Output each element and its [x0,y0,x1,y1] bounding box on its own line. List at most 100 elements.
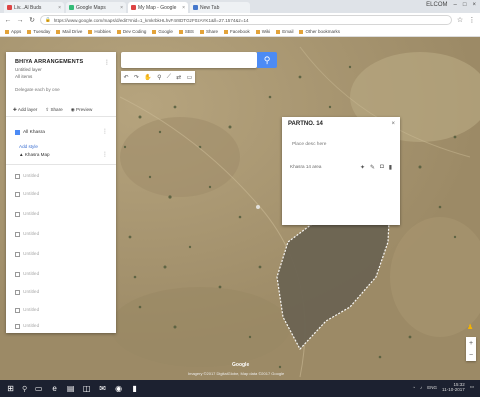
map-description[interactable]: Delegate each by one [15,87,60,92]
layer-row[interactable]: Untitled [15,212,39,217]
paint-icon[interactable]: ✦ [360,164,365,171]
bookmark-icon [56,29,61,34]
marker-icon[interactable]: ⚲ [157,74,161,81]
layer-checkbox[interactable] [15,130,20,135]
feature-title[interactable]: PARTNO. 14 [288,121,323,127]
app-icon[interactable]: ▮ [130,384,139,393]
bookmark[interactable]: Facebook [223,29,250,34]
bookmark[interactable]: Share [199,29,218,34]
bookmark[interactable]: Email [276,29,293,34]
layer-checkbox[interactable] [15,252,20,257]
forward-icon[interactable]: → [16,17,24,24]
undo-icon[interactable]: ↶ [124,74,129,81]
edge-browser-icon[interactable]: e [50,384,59,393]
feature-tools: ✦ ✎ ◘ ▮ [360,164,392,171]
draw-line-icon[interactable]: ⟋ [167,74,171,81]
layer-row[interactable]: Untitled [15,192,39,197]
layer-checkbox[interactable] [15,324,20,329]
browser-menu-icon[interactable]: ⋮ [468,16,476,24]
layer-checkbox[interactable] [15,272,20,277]
bookmark[interactable]: Mail Drive [56,29,82,34]
back-icon[interactable]: ← [4,17,12,24]
close-icon[interactable]: × [391,121,395,127]
layer-checkbox[interactable] [15,174,20,179]
layer-row[interactable]: Untitled [15,232,39,237]
layer-row-active[interactable]: All Khasra [15,130,45,135]
windows-start-icon[interactable]: ⊞ [6,384,15,393]
tab-close-icon[interactable]: × [120,5,123,11]
tab-close-icon[interactable]: × [58,5,61,11]
chrome-icon[interactable]: ◉ [114,384,123,393]
tab-close-icon[interactable]: × [182,5,185,11]
directions-icon[interactable]: ⇄ [176,74,181,81]
pegman-icon[interactable]: ♟ [467,323,475,333]
maximize-icon[interactable]: □ [463,2,467,8]
map-toolbar: ↶ ↷ ✋ ⚲ ⟋ ⇄ ▭ [121,71,195,83]
bookmark-icon [88,29,93,34]
map-options-icon[interactable]: ⋮ [104,59,110,66]
tray-language[interactable]: ENG [427,385,437,390]
screen: Liv...Al Buds × Google Maps × My Map - G… [0,0,480,405]
reload-icon[interactable]: ↻ [28,16,36,24]
bookmark[interactable]: Dev Coding [116,29,146,34]
layer-checkbox[interactable] [15,212,20,217]
layer-checkbox[interactable] [15,192,20,197]
task-view-icon[interactable]: ▭ [34,384,43,393]
hand-icon[interactable]: ✋ [144,74,151,81]
map-search-input[interactable] [121,52,257,68]
feature-menu-icon[interactable]: ⋮ [102,151,108,158]
layer-row[interactable]: Untitled [15,252,39,257]
layer-row[interactable]: Untitled [15,308,39,313]
delete-icon[interactable]: ▮ [389,164,392,171]
mail-icon[interactable]: ✉ [98,384,107,393]
layer-menu-icon[interactable]: ⋮ [102,128,108,135]
share-button[interactable]: ⇪ Share [45,107,62,113]
search-button[interactable]: ⚲ [257,52,277,68]
edit-icon[interactable]: ✎ [370,164,375,171]
close-window-icon[interactable]: × [472,2,476,8]
minimize-icon[interactable]: – [454,2,457,8]
add-layer-button[interactable]: ✚ Add layer [13,107,37,113]
redo-icon[interactable]: ↷ [134,74,139,81]
bookmark[interactable]: Hobbies [88,29,111,34]
layer-row[interactable]: Untitled [15,324,39,329]
bookmark[interactable]: Apps [5,29,21,34]
bookmark[interactable]: Other bookmarks [299,29,340,34]
bookmark-label: Mail Drive [62,29,83,34]
map-attribution: Imagery ©2017 DigitalGlobe, Map data ©20… [188,371,285,376]
layer-row[interactable]: Untitled [15,290,39,295]
feature-description[interactable]: Place desc here [292,142,326,147]
layer-feature-item[interactable]: ▲ Khasra Map [19,152,50,157]
browser-tab-active[interactable]: My Map - Google × [128,2,188,13]
url-bar[interactable]: 🔒 https://www.google.com/maps/d/edit?mid… [40,15,452,25]
layer-checkbox[interactable] [15,308,20,313]
layer-checkbox[interactable] [15,232,20,237]
map-title[interactable]: BHIYA ARRANGEMENTS [15,59,83,65]
bookmark[interactable]: Google [152,29,173,34]
notifications-icon[interactable]: ▭ [470,384,474,390]
ruler-icon[interactable]: ▭ [187,74,193,81]
layer-checkbox[interactable] [15,290,20,295]
search-icon[interactable]: ⚲ [22,385,27,393]
preview-button[interactable]: ◉ Preview [71,107,93,113]
network-icon[interactable]: ◔ [412,385,415,390]
bookmark-icon [152,29,157,34]
satellite-map[interactable]: ⚲ ↶ ↷ ✋ ⚲ ⟋ ⇄ ▭ BHIYA ARRANGEMENTS ⋮ Unt… [0,37,480,380]
file-explorer-icon[interactable]: ▤ [66,384,75,393]
store-icon[interactable]: ◫ [82,384,91,393]
camera-icon[interactable]: ◘ [380,164,384,171]
browser-tab[interactable]: Google Maps × [66,2,126,13]
browser-tab[interactable]: New Tab [190,2,250,13]
zoom-out-button[interactable]: − [469,352,473,359]
browser-tab[interactable]: Liv...Al Buds × [4,2,64,13]
layer-row[interactable]: Untitled [15,272,39,277]
system-clock[interactable]: 15:32 11-10-2017 [442,382,465,392]
layer-style-link[interactable]: Add style [19,144,38,149]
star-icon[interactable]: ☆ [456,16,464,24]
bookmark[interactable]: Wiki [255,29,270,34]
bookmark[interactable]: Tuesday [27,29,50,34]
bookmark[interactable]: SBS [178,29,194,34]
layer-row[interactable]: Untitled [15,174,39,179]
zoom-in-button[interactable]: + [469,340,473,347]
volume-icon[interactable]: ♪ [420,385,422,390]
